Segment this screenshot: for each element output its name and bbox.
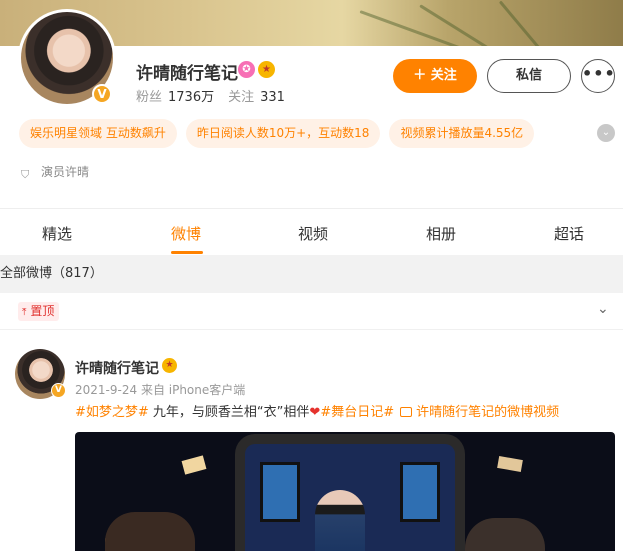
pink-badge-icon[interactable]: ✪ [238,61,255,78]
stage-window [400,462,440,522]
achievement-chips: 娱乐明星领域 互动数飙升 昨日阅读人数10万+，互动数18 视频累计播放量4.5… [19,119,535,148]
stage-window [260,462,300,522]
post-text: #如梦之梦# 九年，与顾香兰相“衣”相伴❤#舞台日记# 许晴随行笔记的微博视频 [75,401,559,420]
followers-label: 粉丝 [136,90,163,105]
tab-featured[interactable]: 精选 [42,223,72,244]
post-meta: 2021-9-24 来自 iPhone客户端 [75,381,245,398]
chevron-down-icon[interactable]: ⌄ [597,124,615,142]
stage-prop [497,456,523,472]
profile-stats: 粉丝 1736万 关注 331 [136,86,299,105]
video-link-label: 许晴随行笔记的微博视频 [416,405,560,420]
stage-figure [465,518,545,551]
chip-field-rank[interactable]: 娱乐明星领域 互动数飙升 [19,119,177,148]
post-body: 九年，与顾香兰相“衣”相伴 [148,405,310,420]
post-author-name[interactable]: 许晴随行笔记 [75,358,159,378]
hashtag-link[interactable]: #如梦之梦# [75,405,149,420]
verified-badge-icon: V [92,84,112,104]
following-label: 关注 [228,90,255,105]
tab-super-topics[interactable]: 超话 [554,223,584,244]
profile-tabs: 精选 微博 视频 相册 超话 [0,209,623,254]
post-video-thumbnail[interactable] [75,432,615,551]
active-tab-indicator [171,251,203,254]
shield-icon: ⛉ [21,168,30,181]
stage-figure [105,512,195,551]
stage-figure [315,490,365,551]
chip-reads[interactable]: 昨日阅读人数10万+，互动数18 [185,119,381,148]
all-posts-count: 全部微博（817） [0,255,623,293]
chip-video-plays[interactable]: 视频累计播放量4.55亿 [389,119,535,148]
verification-text: 演员许晴 [41,165,90,179]
follow-button[interactable]: ＋ 关注 [393,59,477,93]
video-icon [400,407,413,417]
profile-name: 许晴随行笔记 [136,64,238,84]
gold-badge-icon[interactable]: ★ [162,358,177,373]
pinned-label: 置顶 [30,304,55,318]
gold-badge-icon[interactable]: ★ [258,61,275,78]
message-button[interactable]: 私信 [487,59,571,93]
tab-videos[interactable]: 视频 [298,223,328,244]
stage-prop [181,455,207,475]
tab-weibo[interactable]: 微博 [171,223,201,244]
verification-info: ⛉ 演员许晴 [21,163,89,181]
post-date[interactable]: 2021-9-24 [75,383,137,397]
pinned-row: ⤒ 置顶 ⌄ [0,293,623,330]
post-menu-chevron-icon[interactable]: ⌄ [597,301,609,317]
more-options-button[interactable]: ••• [581,59,615,93]
post-source: 来自 iPhone客户端 [140,383,246,397]
pin-icon: ⤒ [22,307,27,318]
tab-albums[interactable]: 相册 [426,223,456,244]
post-verified-icon: V [51,383,66,398]
following-count[interactable]: 331 [260,90,285,105]
hashtag-link[interactable]: #舞台日记# [320,405,394,420]
heart-emoji-icon: ❤ [309,405,321,420]
video-link[interactable]: 许晴随行笔记的微博视频 [400,405,559,420]
followers-count[interactable]: 1736万 [168,90,214,105]
pinned-badge: ⤒ 置顶 [18,302,60,321]
